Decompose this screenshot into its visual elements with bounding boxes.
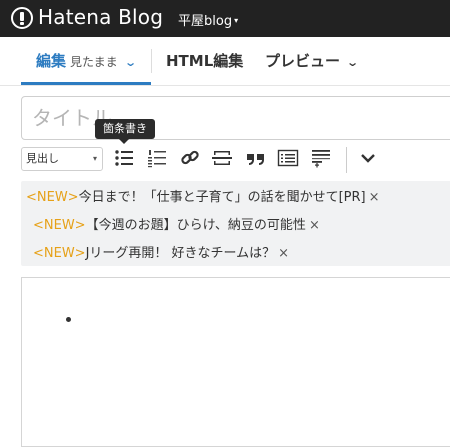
caret-down-icon: ▾ [92, 154, 97, 163]
new-badge: <NEW> [33, 246, 86, 261]
chevron-down-icon: ⌄ [346, 56, 360, 69]
editor-toolbar: 見出し ▾ [21, 147, 450, 173]
tab-sub-label: 見たまま [70, 55, 118, 69]
notice-link[interactable]: 【今週のお題】ひらけ、納豆の可能性 [86, 218, 306, 233]
blog-switcher[interactable]: 平屋blog ▾ [178, 10, 238, 29]
bulleted-list-icon[interactable] [114, 147, 136, 169]
blockquote-icon[interactable] [245, 147, 267, 169]
hatena-logo-icon[interactable] [11, 7, 33, 29]
new-badge: <NEW> [26, 190, 79, 205]
top-header: Hatena Blog 平屋blog ▾ [0, 0, 450, 37]
numbered-list-icon[interactable] [147, 147, 169, 169]
list-bullet [66, 317, 71, 322]
horizontal-rule-icon[interactable] [211, 147, 233, 169]
notice-item[interactable]: <NEW>今日まで！「仕事と子育て」の話を聞かせて[PR] × [26, 186, 380, 205]
chevron-down-icon[interactable] [357, 147, 379, 169]
tab-wysiwyg-edit[interactable]: 編集 見たまま ⌄ [36, 37, 137, 85]
toolbar-divider [346, 147, 347, 173]
tab-html-edit[interactable]: HTML編集 [166, 37, 243, 85]
editor-mode-tabs: 編集 見たまま ⌄ HTML編集 プレビュー ⌄ [0, 37, 450, 86]
tab-divider [151, 49, 152, 73]
title-input[interactable] [21, 96, 450, 140]
tab-label: プレビュー [265, 52, 341, 70]
active-tab-indicator [21, 82, 151, 85]
close-icon[interactable]: × [309, 218, 320, 233]
site-logo-text[interactable]: Hatena Blog [38, 5, 163, 29]
close-icon[interactable]: × [278, 246, 289, 261]
notice-link[interactable]: Jリーグ再開！ 好きなチームは？ [86, 246, 276, 261]
close-icon[interactable]: × [369, 190, 380, 205]
tab-label: HTML編集 [166, 52, 244, 70]
blog-name-label: 平屋blog [178, 14, 233, 29]
body-editor[interactable] [21, 277, 450, 447]
notice-banner: <NEW>今日まで！「仕事と子育て」の話を聞かせて[PR] × <NEW>【今週の… [21, 181, 450, 266]
tab-label: 編集 [36, 52, 67, 70]
read-more-icon[interactable] [310, 147, 332, 169]
link-icon[interactable] [179, 147, 201, 169]
table-of-contents-icon[interactable] [277, 147, 299, 169]
notice-link[interactable]: 今日まで！「仕事と子育て」の話を聞かせて[PR] [79, 190, 366, 205]
caret-down-icon: ▾ [234, 16, 239, 25]
notice-item[interactable]: <NEW>【今週のお題】ひらけ、納豆の可能性 × [33, 214, 320, 233]
tab-preview[interactable]: プレビュー ⌄ [265, 37, 360, 85]
new-badge: <NEW> [33, 218, 86, 233]
heading-select-value: 見出し [26, 152, 59, 165]
chevron-down-icon: ⌄ [123, 56, 137, 69]
bulleted-list-tooltip: 箇条書き [95, 119, 155, 144]
heading-select[interactable]: 見出し ▾ [21, 147, 103, 171]
notice-item[interactable]: <NEW>Jリーグ再開！ 好きなチームは？ × [33, 242, 289, 261]
